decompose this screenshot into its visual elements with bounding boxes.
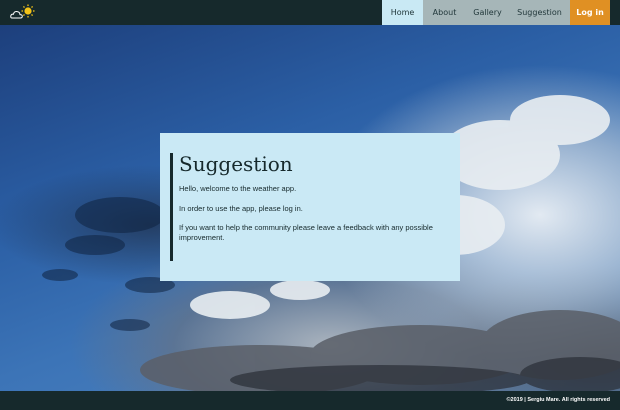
feedback-text: If you want to help the community please… [179, 223, 433, 242]
suggestion-card: Suggestion Hello, welcome to the weather… [160, 133, 460, 281]
nav-about[interactable]: About [423, 0, 466, 25]
nav-suggestion[interactable]: Suggestion [509, 0, 570, 25]
login-button[interactable]: Log in [570, 0, 610, 25]
cloud-sun-icon[interactable] [10, 4, 36, 21]
nav-home[interactable]: Home [382, 0, 423, 25]
footer: ©2019 | Sergiu Mare. All rights reserved [0, 391, 620, 410]
welcome-text: Hello, welcome to the weather app. [179, 184, 297, 193]
main-nav: Home About Gallery Suggestion Log in [382, 0, 610, 25]
top-bar: Home About Gallery Suggestion Log in [0, 0, 620, 25]
nav-gallery[interactable]: Gallery [466, 0, 509, 25]
card-accent-bar [170, 153, 173, 261]
page-title: Suggestion [179, 152, 293, 176]
copyright-text: ©2019 | Sergiu Mare. All rights reserved [506, 397, 610, 403]
login-instruction-text: In order to use the app, please log in. [179, 204, 303, 213]
